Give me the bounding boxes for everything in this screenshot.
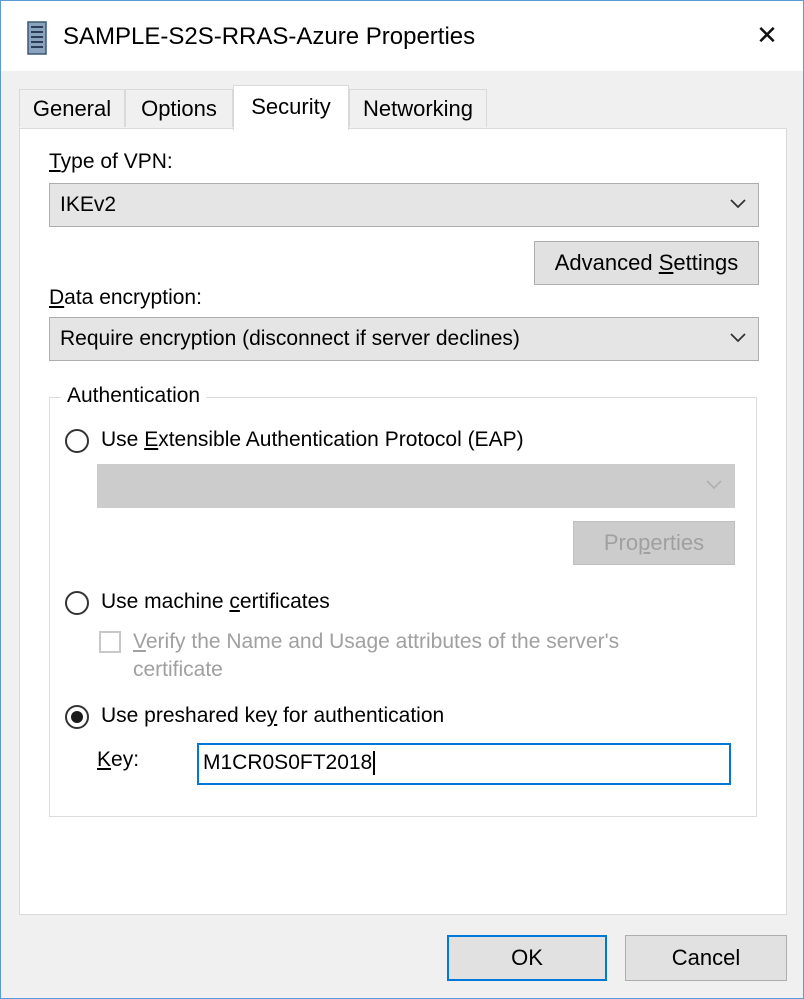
ok-button[interactable]: OK [447,935,607,981]
verify-attributes-label-line1: Verify the Name and Usage attributes of … [133,630,620,653]
advanced-settings-button[interactable]: Advanced Settings [534,241,759,285]
radio-selected-dot [71,711,83,723]
cancel-button[interactable]: Cancel [625,935,787,981]
vpn-type-label: Type of VPN: [49,150,173,173]
machine-certificates-radio[interactable] [65,591,89,615]
authentication-group-title: Authentication [61,383,207,409]
properties-dialog: SAMPLE-S2S-RRAS-Azure Properties ✕ Gener… [0,0,804,999]
chevron-down-icon [706,480,722,490]
data-encryption-dropdown[interactable]: Require encryption (disconnect if server… [49,317,759,361]
eap-properties-button[interactable]: Properties [573,521,735,565]
eap-radio[interactable] [65,429,89,453]
eap-method-dropdown[interactable] [97,464,735,508]
verify-attributes-checkbox[interactable] [99,631,121,653]
data-encryption-value: Require encryption (disconnect if server… [60,327,520,350]
vpn-type-dropdown[interactable]: IKEv2 [49,183,759,227]
preshared-key-input[interactable]: M1CR0S0FT2018 [197,743,731,785]
text-caret [373,751,376,776]
data-encryption-label: Data encryption: [49,286,202,309]
preshared-key-label[interactable]: Use preshared key for authentication [101,703,444,729]
machine-certificates-label[interactable]: Use machine certificates [101,589,330,615]
verify-attributes-label-line2: certificate [133,658,223,681]
chevron-down-icon [730,199,746,209]
eap-radio-label[interactable]: Use Extensible Authentication Protocol (… [101,427,524,453]
key-label: Key: [97,748,140,771]
vpn-type-value: IKEv2 [60,193,117,216]
preshared-key-radio[interactable] [65,705,89,729]
chevron-down-icon [730,333,746,343]
preshared-key-value: M1CR0S0FT2018 [203,751,373,774]
